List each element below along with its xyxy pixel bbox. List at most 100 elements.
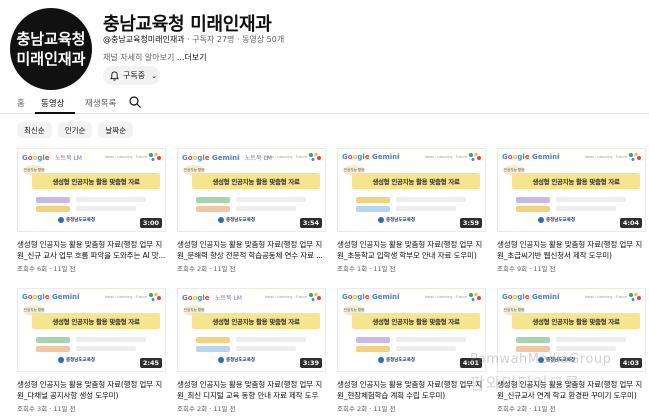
thumb-banner: 생성형 인공지능 활용 맞춤형 자료 [32, 173, 160, 189]
thumb-org: 충청남도교육청 [546, 218, 575, 223]
thumb-diagram [188, 194, 318, 216]
thumb-caption: Ideas · Learning · Future [424, 295, 467, 299]
video-meta: 조회수 9회 · 11일 전 [497, 265, 556, 273]
video-thumbnail[interactable]: Google 노트북 LM Ideas · Learning · Future … [177, 288, 326, 372]
video-title[interactable]: 생성형 인공지능 활용 맞춤형 자료(행정 업무 지원_문해력 향상 전문적 학… [177, 239, 326, 261]
video-duration: 4:03 [619, 358, 642, 368]
video-title[interactable]: 생성형 인공지능 활용 맞춤형 자료(행정 업무 지원_신규 교사 업무 흐름 … [17, 239, 166, 261]
video-meta: 조회수 2회 · 11일 전 [497, 405, 556, 413]
education-office-logo-icon [538, 217, 544, 223]
video-duration: 3:00 [139, 218, 162, 228]
video-meta: 조회수 2회 · 11일 전 [177, 265, 236, 273]
video-meta: 조회수 2회 · 11일 전 [337, 405, 396, 413]
avatar-line-2: 미래인재과 [16, 50, 86, 68]
video-thumbnail[interactable]: Google 노트북 LM Ideas · Learning · Future … [17, 148, 166, 232]
decorative-dots-icon [309, 153, 321, 161]
thumb-caption: Ideas · Learning · Future [264, 295, 307, 299]
video-meta: 조회수 6회 · 11일 전 [17, 265, 76, 273]
decorative-dots-icon [149, 293, 161, 301]
thumb-caption: Ideas · Learning · Future [104, 295, 147, 299]
thumb-banner: 생성형 인공지능 활용 맞춤형 자료 [352, 313, 480, 329]
thumb-org: 충청남도교육청 [66, 218, 95, 223]
google-logo: Google Gemini [22, 293, 80, 301]
decorative-dots-icon [629, 293, 641, 301]
education-office-logo-icon [218, 217, 224, 223]
gemini-label: Gemini [531, 153, 560, 161]
chip-latest[interactable]: 최신순 [17, 122, 52, 138]
video-meta: 조회수 1회 · 11일 전 [337, 265, 396, 273]
thumb-org: 충청남도교육청 [386, 218, 415, 223]
decorative-dots-icon [469, 153, 481, 161]
search-icon[interactable] [128, 95, 142, 109]
watermark-korean: 팜와미디어그룹 [470, 374, 581, 393]
decorative-dots-icon [309, 293, 321, 301]
thumb-banner: 생성형 인공지능 활용 맞춤형 자료 [192, 173, 320, 189]
education-office-logo-icon [58, 217, 64, 223]
thumb-org: 충청남도교육청 [386, 358, 415, 363]
channel-title: 충남교육청 미래인재과 [103, 14, 272, 35]
channel-header: 충남교육청 미래인재과 충남교육청 미래인재과 @충남교육청미래인재과 · 구독… [0, 0, 649, 90]
education-office-logo-icon [58, 357, 64, 363]
notebook-lm-label: 노트북 LM [214, 295, 242, 302]
more-link[interactable]: ...더보기 [177, 53, 207, 62]
chip-popular[interactable]: 인기순 [57, 122, 93, 138]
gemini-label: Gemini [531, 293, 560, 301]
video-duration: 3:54 [299, 218, 322, 228]
thumb-diagram [348, 334, 478, 356]
google-logo: Google Gemini [342, 293, 400, 301]
google-logo: Google Gemini [342, 153, 400, 161]
watermark-text: PamwahMediaGroup [470, 352, 612, 367]
education-office-logo-icon [218, 357, 224, 363]
thumb-diagram [508, 194, 638, 216]
chip-date[interactable]: 날짜순 [98, 122, 134, 138]
video-title[interactable]: 생성형 인공지능 활용 맞춤형 자료(행정 업무 지원_현장체험학습 계획 수립… [337, 379, 486, 401]
thumb-caption: Ideas · Learning · Future [584, 295, 627, 299]
thumb-banner: 생성형 인공지능 활용 맞춤형 자료 [352, 173, 480, 189]
thumb-diagram [28, 194, 158, 216]
video-meta: 조회수 3회 · 11일 전 [17, 405, 76, 413]
google-logo: Google Gemini [502, 293, 560, 301]
subscribe-label: 구독중 [123, 71, 146, 80]
channel-avatar[interactable]: 충남교육청 미래인재과 [10, 8, 92, 90]
video-duration: 3:59 [459, 218, 482, 228]
video-thumbnail[interactable]: Google Gemini Ideas · Learning · Future … [497, 148, 646, 232]
sort-chips: 최신순 인기순 날짜순 [17, 122, 134, 138]
thumb-org: 충청남도교육청 [226, 218, 255, 223]
video-title[interactable]: 생성형 인공지능 활용 맞춤형 자료(행정 업무 지원_다채널 공지사항 생성 … [17, 379, 166, 401]
video-thumbnail[interactable]: Google Gemini Ideas · Learning · Future … [17, 288, 166, 372]
thumb-banner: 생성형 인공지능 활용 맞춤형 자료 [512, 313, 640, 329]
google-logo: Google 노트북 LM [22, 154, 82, 162]
thumb-banner: 생성형 인공지능 활용 맞춤형 자료 [192, 313, 320, 329]
thumb-diagram [28, 334, 158, 356]
notebook-lm-label: 노트북 LM [54, 155, 82, 162]
thumb-diagram [348, 194, 478, 216]
decorative-dots-icon [149, 153, 161, 161]
video-thumbnail[interactable]: Google Gemini 노트북 LM Ideas · Learning · … [177, 148, 326, 232]
video-title[interactable]: 생성형 인공지능 활용 맞춤형 자료(행정 업무 지원_초등학교 입학생 학부모… [337, 239, 486, 261]
video-duration: 4:04 [619, 218, 642, 228]
decorative-dots-icon [629, 153, 641, 161]
description-text: 채널 자세히 알아보기 [103, 53, 175, 62]
google-logo: Google 노트북 LM [182, 294, 242, 302]
video-thumbnail[interactable]: Google Gemini Ideas · Learning · Future … [337, 148, 486, 232]
thumb-caption: Ideas · Learning · Future [584, 155, 627, 159]
video-title[interactable]: 생성형 인공지능 활용 맞춤형 자료(행정 업무 지원_초급씨기반 웹신청서 제… [497, 239, 646, 261]
subscriber-count: 구독자 27명 [192, 35, 235, 44]
video-title[interactable]: 생성형 인공지능 활용 맞춤형 자료(행정 업무 지원_최신 디지털 교육 동향… [177, 379, 326, 401]
tab-home[interactable]: 홈 [17, 97, 25, 109]
decorative-dots-icon [469, 293, 481, 301]
channel-description[interactable]: 채널 자세히 알아보기 ...더보기 [103, 52, 207, 63]
tab-playlists[interactable]: 재생목록 [85, 97, 116, 109]
subscribe-button[interactable]: 구독중 ⌄ [103, 66, 160, 85]
education-office-logo-icon [378, 357, 384, 363]
education-office-logo-icon [378, 217, 384, 223]
thumb-banner: 생성형 인공지능 활용 맞춤형 자료 [32, 313, 160, 329]
channel-meta: @충남교육청미래인재과 · 구독자 27명 · 동영상 50개 [103, 35, 285, 44]
thumb-org: 충청남도교육청 [66, 358, 95, 363]
google-logo: Google Gemini [502, 153, 560, 161]
video-thumbnail[interactable]: Google Gemini Ideas · Learning · Future … [337, 288, 486, 372]
video-meta: 조회수 2회 · 11일 전 [177, 405, 236, 413]
tab-videos[interactable]: 동영상 [41, 97, 64, 109]
gemini-label: Gemini [211, 154, 240, 162]
chevron-down-icon: ⌄ [151, 71, 157, 80]
